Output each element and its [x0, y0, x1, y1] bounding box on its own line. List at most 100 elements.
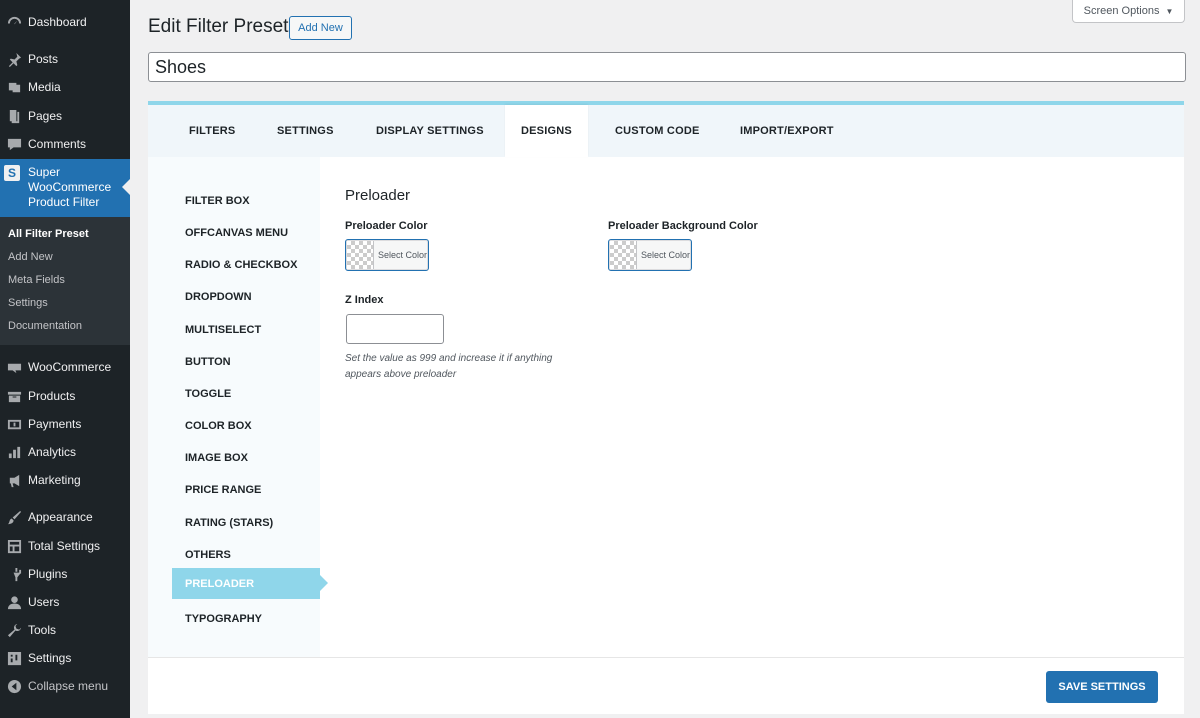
menu-users[interactable]: Users — [0, 590, 130, 614]
settings-sliders-icon — [6, 650, 22, 666]
menu-dashboard[interactable]: Dashboard — [0, 10, 130, 34]
select-color-label: Select Color — [641, 250, 691, 260]
select-color-label: Select Color — [378, 250, 428, 260]
active-arrow-icon — [320, 575, 328, 591]
menu-plugins[interactable]: Plugins — [0, 562, 130, 586]
submenu-meta-fields[interactable]: Meta Fields — [8, 274, 65, 286]
menu-media[interactable]: Media — [0, 75, 130, 99]
caret-down-icon: ▼ — [1165, 6, 1174, 16]
menu-tools[interactable]: Tools — [0, 618, 130, 642]
menu-analytics[interactable]: Analytics — [0, 440, 130, 464]
subnav-toggle[interactable]: TOGGLE — [185, 388, 231, 400]
design-subnav: FILTER BOX OFFCANVAS MENU RADIO & CHECKB… — [148, 157, 328, 657]
bar-chart-icon — [6, 444, 22, 460]
plugin-submenu: All Filter Preset Add New Meta Fields Se… — [0, 217, 130, 345]
menu-products-label: Products — [28, 389, 76, 403]
subnav-radio-checkbox[interactable]: RADIO & CHECKBOX — [185, 259, 297, 271]
user-icon — [6, 594, 22, 610]
submenu-all-filter-preset[interactable]: All Filter Preset — [8, 228, 89, 240]
preloader-bg-color-picker[interactable]: Select Color — [608, 239, 692, 271]
submenu-add-new[interactable]: Add New — [8, 251, 53, 263]
page-title: Edit Filter Preset — [148, 16, 289, 37]
settings-panel: FILTERS SETTINGS DISPLAY SETTINGS DESIGN… — [148, 101, 1184, 714]
settings-tabs: FILTERS SETTINGS DISPLAY SETTINGS DESIGN… — [148, 105, 1184, 157]
tab-filters[interactable]: FILTERS — [189, 105, 235, 157]
menu-plugins-label: Plugins — [28, 567, 68, 581]
menu-marketing[interactable]: Marketing — [0, 468, 130, 492]
menu-woocommerce[interactable]: WooCommerce — [0, 355, 130, 379]
collapse-menu-button[interactable]: Collapse menu — [0, 674, 130, 698]
subnav-others[interactable]: OTHERS — [185, 549, 231, 561]
admin-sidebar: Dashboard Posts Media Pages Comments S S… — [0, 0, 130, 718]
menu-settings-label: Settings — [28, 651, 72, 665]
menu-payments[interactable]: Payments — [0, 412, 130, 436]
z-index-label: Z Index — [345, 294, 384, 306]
tab-settings[interactable]: SETTINGS — [277, 105, 334, 157]
pages-icon — [6, 108, 22, 124]
plug-icon — [6, 566, 22, 582]
menu-payments-label: Payments — [28, 417, 82, 431]
subnav-rating-stars[interactable]: RATING (STARS) — [185, 517, 273, 529]
tab-custom-code[interactable]: CUSTOM CODE — [615, 105, 700, 157]
tab-import-export[interactable]: IMPORT/EXPORT — [740, 105, 834, 157]
screen-options-label: Screen Options — [1083, 5, 1160, 17]
panel-footer: SAVE SETTINGS — [148, 657, 1184, 714]
subnav-color-box[interactable]: COLOR BOX — [185, 420, 252, 432]
menu-plugin-label: Super WooCommerce Product Filter — [28, 165, 112, 209]
preloader-bg-color-label: Preloader Background Color — [608, 220, 758, 232]
subnav-multiselect[interactable]: MULTISELECT — [185, 324, 261, 336]
current-menu-arrow — [122, 179, 130, 195]
menu-posts[interactable]: Posts — [0, 47, 130, 71]
subnav-preloader[interactable]: PRELOADER — [172, 568, 328, 599]
subnav-price-range[interactable]: PRICE RANGE — [185, 484, 261, 496]
menu-dashboard-label: Dashboard — [28, 15, 87, 29]
subnav-dropdown[interactable]: DROPDOWN — [185, 291, 252, 303]
z-index-help-text: Set the value as 999 and increase it if … — [345, 353, 553, 380]
paintbrush-icon — [6, 509, 22, 525]
save-settings-button[interactable]: SAVE SETTINGS — [1046, 671, 1158, 703]
layout-icon — [6, 538, 22, 554]
menu-settings[interactable]: Settings — [0, 646, 130, 670]
tab-display-settings[interactable]: DISPLAY SETTINGS — [376, 105, 484, 157]
section-title: Preloader — [345, 187, 411, 204]
menu-total-settings[interactable]: Total Settings — [0, 534, 130, 558]
preloader-color-picker[interactable]: Select Color — [345, 239, 429, 271]
media-icon — [6, 79, 22, 95]
subnav-offcanvas-menu[interactable]: OFFCANVAS MENU — [185, 227, 288, 239]
comment-icon — [6, 136, 22, 152]
archive-icon — [6, 388, 22, 404]
subnav-preloader-label: PRELOADER — [185, 577, 255, 590]
screen-options-button[interactable]: Screen Options ▼ — [1072, 0, 1185, 23]
menu-super-woocommerce-product-filter[interactable]: S Super WooCommerce Product Filter — [0, 159, 130, 217]
menu-posts-label: Posts — [28, 52, 59, 66]
tab-designs[interactable]: DESIGNS — [505, 105, 588, 157]
subnav-filter-box[interactable]: FILTER BOX — [185, 195, 250, 207]
dashboard-icon — [6, 14, 22, 30]
menu-comments[interactable]: Comments — [0, 132, 130, 156]
subnav-image-box[interactable]: IMAGE BOX — [185, 452, 248, 464]
add-new-button[interactable]: Add New — [289, 16, 352, 40]
menu-marketing-label: Marketing — [28, 473, 81, 487]
subnav-button[interactable]: BUTTON — [185, 356, 231, 368]
megaphone-icon — [6, 472, 22, 488]
submenu-documentation[interactable]: Documentation — [8, 320, 82, 332]
dollar-icon — [6, 416, 22, 432]
menu-products[interactable]: Products — [0, 384, 130, 408]
z-index-input[interactable] — [346, 314, 444, 344]
menu-tools-label: Tools — [28, 623, 57, 637]
menu-pages-label: Pages — [28, 109, 63, 123]
transparent-swatch-icon — [347, 241, 374, 269]
submenu-settings[interactable]: Settings — [8, 297, 48, 309]
subnav-typography[interactable]: TYPOGRAPHY — [185, 613, 262, 625]
preloader-color-label: Preloader Color — [345, 220, 428, 232]
wrench-icon — [6, 622, 22, 638]
menu-total-settings-label: Total Settings — [28, 539, 101, 553]
menu-appearance-label: Appearance — [28, 510, 93, 524]
menu-analytics-label: Analytics — [28, 445, 77, 459]
woocommerce-icon — [6, 359, 22, 375]
menu-pages[interactable]: Pages — [0, 104, 130, 128]
preset-title-input[interactable]: Shoes — [148, 52, 1186, 82]
menu-appearance[interactable]: Appearance — [0, 505, 130, 529]
menu-woocommerce-label: WooCommerce — [28, 360, 112, 374]
pin-icon — [6, 51, 22, 67]
